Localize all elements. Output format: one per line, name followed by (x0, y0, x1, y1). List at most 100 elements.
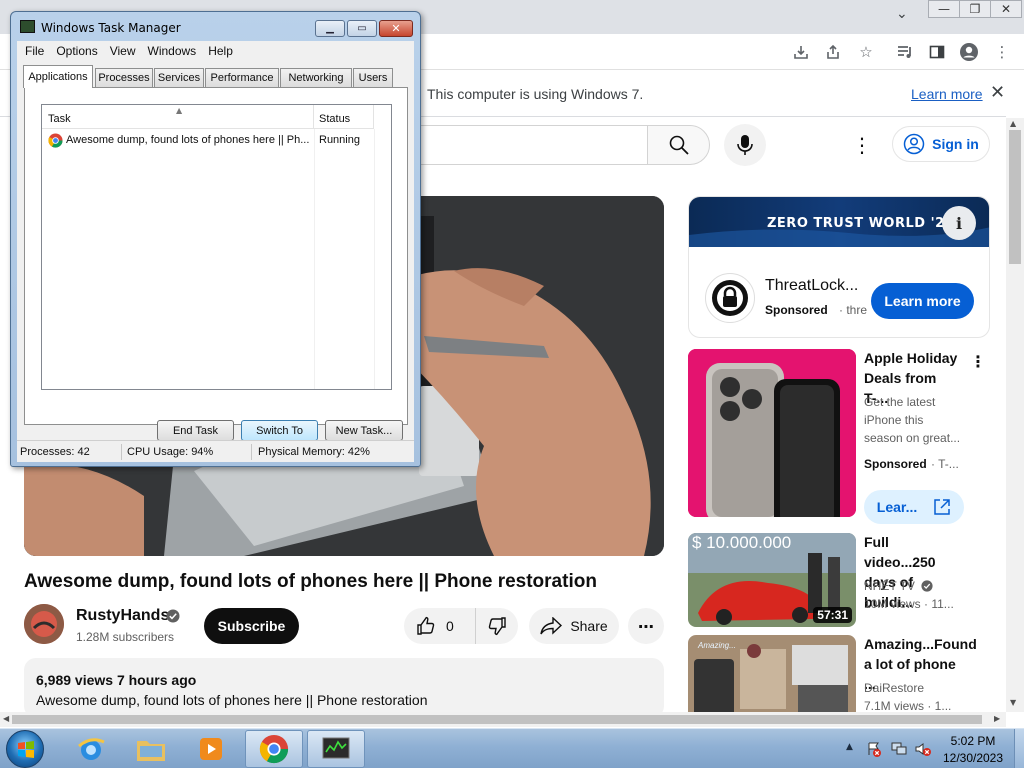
side-panel-icon[interactable] (926, 41, 948, 63)
scroll-left-icon[interactable]: ◀ (3, 714, 9, 723)
open-external-icon (934, 499, 950, 515)
media-queue-icon[interactable] (894, 41, 916, 63)
ad-info-icon[interactable]: i (942, 206, 976, 240)
share-button[interactable]: Share (529, 608, 619, 644)
ad-banner[interactable]: ZERO TRUST WORLD '24 i (689, 197, 989, 247)
tab-networking[interactable]: Networking (280, 68, 352, 87)
advertiser-logo[interactable] (705, 273, 755, 323)
rec-channel-name: NHẾT TV (864, 579, 915, 593)
ad-learn-more-button[interactable]: Learn more (871, 283, 974, 319)
account-icon (903, 133, 925, 155)
profile-icon[interactable] (958, 41, 980, 63)
taskbar-media-player[interactable] (182, 730, 240, 768)
volume-muted-icon[interactable] (914, 741, 932, 757)
task-manager-body: Applications Processes Services Performa… (17, 60, 414, 462)
network-icon[interactable] (890, 741, 908, 757)
share-arrow-icon (540, 617, 563, 635)
star-icon[interactable]: ☆ (855, 41, 877, 63)
taskbar-chrome[interactable] (245, 730, 303, 768)
status-separator (121, 444, 122, 460)
like-button[interactable]: 0 (404, 608, 476, 644)
tab-services[interactable]: Services (154, 68, 204, 87)
tab-performance[interactable]: Performance (205, 68, 279, 87)
infobar-close-icon[interactable]: ✕ (990, 82, 1005, 103)
task-manager-menubar: File Options View Windows Help (17, 41, 414, 60)
minimize-icon[interactable]: — (928, 0, 960, 18)
task-manager-window[interactable]: Windows Task Manager ▁ ▭ ✕ File Options … (10, 11, 421, 467)
cpu-usage: CPU Usage: 94% (127, 446, 214, 458)
start-button[interactable] (6, 730, 44, 768)
view-count-date: 6,989 views 7 hours ago (36, 672, 197, 688)
channel-avatar[interactable] (24, 604, 64, 644)
taskbar-internet-explorer[interactable] (62, 730, 120, 768)
tab-processes[interactable]: Processes (95, 68, 153, 87)
thumb-up-icon (417, 616, 435, 635)
rec-channel[interactable]: NHẾT TV (864, 577, 933, 595)
search-button[interactable] (647, 125, 710, 165)
rec-advertiser: · T-... (931, 457, 959, 471)
clock-date[interactable]: 12/30/2023 (940, 751, 1006, 765)
scroll-down-icon[interactable]: ▼ (1010, 698, 1016, 707)
video-more-icon[interactable]: ⋯ (628, 608, 664, 644)
more-vert-icon[interactable]: ⋮ (991, 41, 1013, 63)
maximize-icon[interactable]: ▭ (347, 20, 377, 37)
column-header-status[interactable]: Status (314, 105, 374, 129)
show-hidden-icons-icon[interactable]: ▲ (846, 742, 853, 752)
menu-file[interactable]: File (25, 44, 44, 58)
tab-search-chevron-icon[interactable]: ⌄ (896, 6, 914, 26)
rec-channel-name[interactable]: DaiRestore (864, 679, 924, 697)
sponsored-label: Sponsored (765, 303, 828, 317)
tab-users[interactable]: Users (353, 68, 393, 87)
taskbar-windows-explorer[interactable] (122, 730, 180, 768)
voice-search-button[interactable] (724, 124, 766, 166)
menu-windows[interactable]: Windows (148, 44, 197, 58)
channel-name[interactable]: RustyHands (76, 607, 169, 625)
dislike-button[interactable] (476, 608, 518, 644)
scroll-up-icon[interactable]: ▲ (1010, 119, 1016, 128)
rec-learn-more-button[interactable]: Lear... (864, 490, 964, 524)
settings-more-icon[interactable]: ⋮ (852, 133, 872, 157)
search-input[interactable] (400, 125, 648, 165)
end-task-button[interactable]: End Task (157, 420, 234, 441)
thumb-down-icon (488, 617, 506, 636)
rec-thumbnail-video[interactable]: Amazing... (688, 635, 856, 712)
scroll-right-icon[interactable]: ▶ (994, 714, 1000, 723)
search-icon (669, 135, 689, 155)
tab-applications[interactable]: Applications (23, 65, 93, 88)
share-label: Share (570, 618, 608, 634)
browser-window-controls: — ❐ ✕ (928, 0, 1022, 18)
rec-thumbnail-apple[interactable] (688, 349, 856, 517)
task-list[interactable]: Task ▲ Status Awesome dump, found lots o… (41, 104, 392, 390)
microphone-icon (737, 135, 753, 155)
menu-view[interactable]: View (110, 44, 136, 58)
taskbar-task-manager[interactable] (307, 730, 365, 768)
close-icon[interactable]: ✕ (379, 20, 413, 37)
rec-more-icon[interactable]: ⋮ (970, 352, 986, 371)
task-status: Running (319, 134, 360, 146)
infobar-learn-more-link[interactable]: Learn more (911, 86, 983, 102)
install-icon[interactable] (790, 41, 812, 63)
restore-icon[interactable]: ❐ (959, 0, 991, 18)
new-task-button[interactable]: New Task... (325, 420, 403, 441)
menu-options[interactable]: Options (56, 44, 97, 58)
vertical-scroll-thumb[interactable] (1009, 130, 1021, 264)
close-icon[interactable]: ✕ (990, 0, 1022, 18)
sign-in-label: Sign in (932, 136, 979, 152)
sign-in-button[interactable]: Sign in (892, 126, 990, 162)
video-title: Awesome dump, found lots of phones here … (24, 571, 597, 592)
horizontal-scroll-thumb[interactable] (12, 715, 982, 724)
table-row[interactable]: Awesome dump, found lots of phones here … (42, 131, 391, 149)
infobar-message: This computer is using Windows 7. (427, 86, 644, 102)
verified-icon (921, 580, 933, 592)
show-desktop-button[interactable] (1014, 729, 1024, 768)
subscribe-button[interactable]: Subscribe (204, 608, 299, 644)
action-center-icon[interactable] (866, 741, 882, 757)
description-box[interactable]: 6,989 views 7 hours ago Awesome dump, fo… (24, 658, 664, 718)
share-icon[interactable] (822, 41, 844, 63)
minimize-icon[interactable]: ▁ (315, 20, 345, 37)
ad-card[interactable]: ZERO TRUST WORLD '24 i ThreatLock... Spo… (688, 196, 990, 338)
menu-help[interactable]: Help (208, 44, 233, 58)
switch-to-button[interactable]: Switch To (241, 420, 318, 441)
clock-time[interactable]: 5:02 PM (944, 734, 1002, 748)
rec-thumbnail-video[interactable]: $ 10.000.000 57:31 (688, 533, 856, 627)
